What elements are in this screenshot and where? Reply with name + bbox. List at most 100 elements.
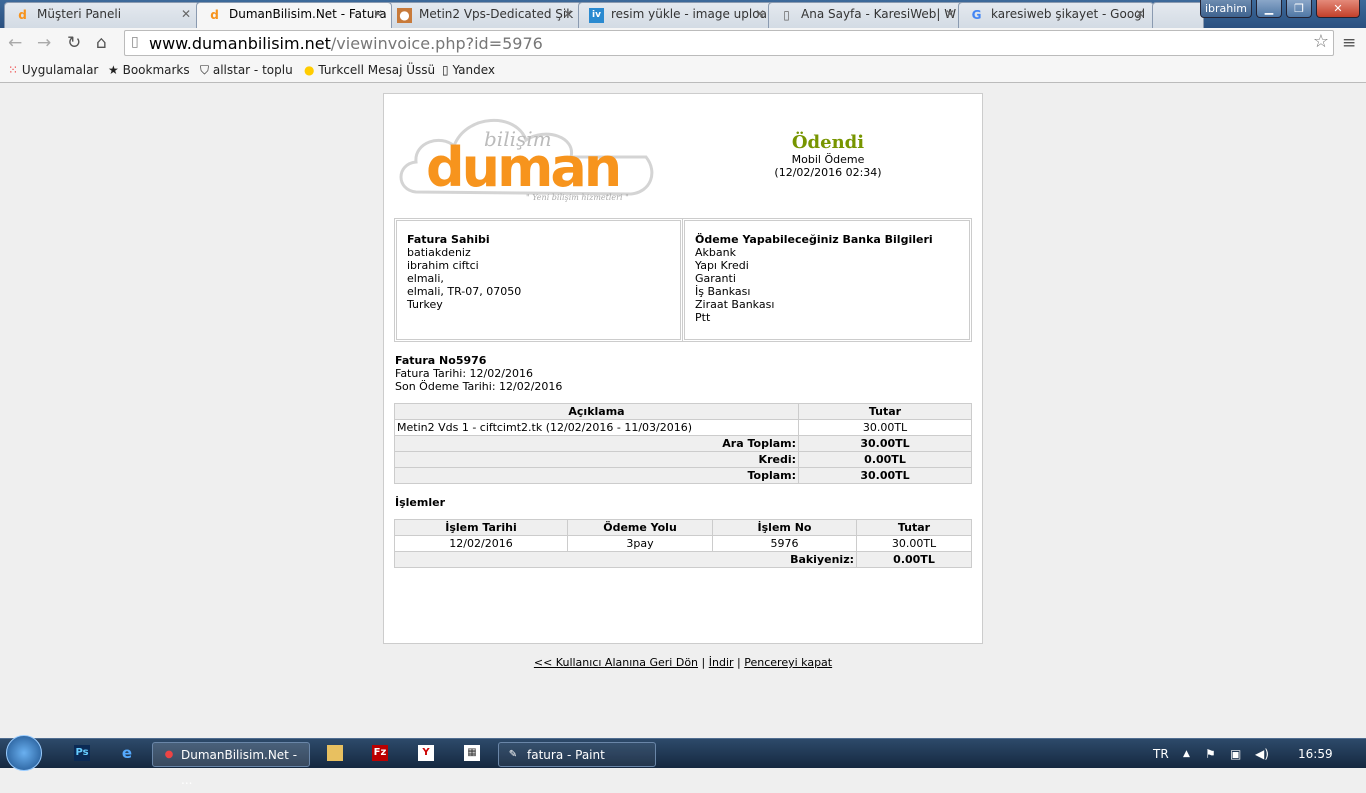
- language-indicator[interactable]: TR: [1153, 742, 1169, 767]
- taskbar: Ps e ● DumanBilisim.Net - ... Fz Y ▦ ✎ fat…: [0, 735, 1366, 787]
- close-tab-icon[interactable]: ✕: [373, 7, 383, 21]
- internet-explorer-icon[interactable]: e: [119, 745, 135, 761]
- tab-title: Ana Sayfa - KaresiWeb| W: [801, 7, 957, 21]
- owner-title: Fatura Sahibi: [407, 233, 490, 246]
- apps-icon: ⁙: [8, 63, 19, 77]
- close-window-button[interactable]: ✕: [1316, 0, 1360, 18]
- table-row: Metin2 Vds 1 - ciftcimt2.tk (12/02/2016 …: [394, 419, 972, 436]
- invoice-owner-box: Fatura Sahibi batiakdeniz ibrahim ciftci…: [394, 218, 683, 342]
- show-hidden-icons[interactable]: ▲: [1183, 742, 1190, 767]
- explorer-icon[interactable]: [327, 745, 343, 761]
- star-icon: ★: [108, 63, 119, 77]
- items-table: Açıklama Tutar Metin2 Vds 1 - ciftcimt2.t…: [394, 403, 972, 484]
- tab-google[interactable]: Gkaresiweb şikayet - Googl ✕: [958, 2, 1154, 28]
- address-bar[interactable]: ▯ www.dumanbilisim.net/viewinvoice.php?i…: [124, 30, 1334, 56]
- col-header: Ödeme Yolu: [567, 519, 713, 536]
- yandex-icon[interactable]: Y: [418, 745, 434, 761]
- transactions-title: İşlemler: [395, 496, 445, 509]
- transaction-amount: 30.00TL: [856, 535, 972, 552]
- col-header: İşlem Tarihi: [394, 519, 568, 536]
- reload-icon[interactable]: ↻: [67, 33, 81, 53]
- bookmark-label: Bookmarks: [122, 63, 190, 77]
- taskbar-chrome[interactable]: ● DumanBilisim.Net - ...: [152, 742, 310, 787]
- clock[interactable]: 16:59: [1298, 742, 1333, 767]
- bookmark-apps[interactable]: ⁙ Uygulamalar: [8, 63, 98, 77]
- bookmark-allstar[interactable]: ⛉ allstar - toplu: [200, 63, 293, 78]
- volume-icon[interactable]: ◀): [1255, 742, 1269, 767]
- owner-line: elmali, TR-07, 07050: [407, 285, 522, 298]
- forward-icon[interactable]: →: [37, 33, 51, 53]
- bookmark-yandex[interactable]: ▯ Yandex: [442, 63, 495, 77]
- tab-musteri-paneli[interactable]: d Müşteri Paneli ✕: [4, 2, 200, 28]
- close-tab-icon[interactable]: ✕: [563, 7, 573, 21]
- google-icon: G: [971, 8, 982, 22]
- calculator-icon[interactable]: ▦: [464, 745, 480, 761]
- bank-line: Akbank: [695, 246, 736, 259]
- payment-date: (12/02/2016 02:34): [774, 166, 882, 179]
- tab-title: resim yükle - image uploa: [611, 7, 767, 21]
- subtotal-value: 30.00TL: [798, 435, 972, 452]
- tab-title: Müşteri Paneli: [37, 7, 122, 21]
- menu-icon[interactable]: ≡: [1342, 33, 1356, 53]
- col-header: İşlem No: [712, 519, 857, 536]
- photoshop-icon[interactable]: Ps: [74, 745, 90, 761]
- invoice-container: bilişim duman " Yeni bilişim hizmetleri …: [383, 93, 983, 644]
- invoice-meta: Fatura No5976 Fatura Tarihi: 12/02/2016 …: [395, 354, 562, 393]
- browser-toolbar: ← → ↻ ⌂ ▯ www.dumanbilisim.net/viewinvoi…: [0, 28, 1366, 58]
- payment-status: Ödendi Mobil Ödeme (12/02/2016 02:34): [728, 132, 928, 179]
- tab-title: Metin2 Vps-Dedicated Şik: [419, 7, 574, 21]
- turkcell-icon: ●: [304, 63, 315, 77]
- subtotal-label: Ara Toplam:: [394, 435, 799, 452]
- filezilla-icon[interactable]: Fz: [372, 745, 388, 761]
- tab-image-upload[interactable]: iv resim yükle - image uploa ✕: [578, 2, 774, 28]
- bookmark-label: Turkcell Mesaj Üssü: [318, 63, 436, 77]
- bank-line: Garanti: [695, 272, 736, 285]
- back-icon[interactable]: ←: [8, 33, 22, 53]
- download-link[interactable]: İndir: [709, 656, 734, 669]
- tab-title: karesiweb şikayet - Googl: [991, 7, 1146, 21]
- transactions-table: İşlem Tarihi Ödeme Yolu İşlem No Tutar 12/0…: [394, 519, 972, 568]
- close-tab-icon[interactable]: ✕: [1135, 7, 1145, 21]
- url-domain: www.dumanbilisim.net: [149, 34, 331, 53]
- page-icon: ▯: [131, 34, 139, 50]
- tab-strip: d Müşteri Paneli ✕ d DumanBilisim.Net - Fat…: [0, 0, 1366, 28]
- restore-button[interactable]: ❐: [1286, 0, 1312, 18]
- url-path: /viewinvoice.php?id=5976: [330, 34, 543, 53]
- close-tab-icon[interactable]: ✕: [181, 7, 191, 21]
- separator: |: [737, 656, 741, 669]
- duman-icon: d: [210, 8, 219, 22]
- profile-button[interactable]: ibrahim: [1200, 0, 1252, 18]
- bookmark-bookmarks[interactable]: ★ Bookmarks: [108, 63, 190, 77]
- bank-line: Ptt: [695, 311, 711, 324]
- tab-metin2[interactable]: ● Metin2 Vps-Dedicated Şik ✕: [386, 2, 582, 28]
- bookmark-label: allstar - toplu: [212, 63, 293, 77]
- tab-karesiweb[interactable]: ▯ Ana Sayfa - KaresiWeb| W ✕: [768, 2, 964, 28]
- home-icon[interactable]: ⌂: [96, 33, 107, 53]
- minimize-button[interactable]: ▁: [1256, 0, 1282, 18]
- close-window-link[interactable]: Pencereyi kapat: [744, 656, 832, 669]
- bank-info-box: Ödeme Yapabileceğiniz Banka Bilgileri Ak…: [682, 218, 972, 342]
- star-icon[interactable]: ☆: [1313, 31, 1329, 52]
- col-header: Tutar: [798, 403, 972, 420]
- chrome-icon: ●: [164, 749, 174, 760]
- tab-invoice[interactable]: d DumanBilisim.Net - Fatura ✕: [196, 2, 392, 28]
- col-header: Tutar: [856, 519, 972, 536]
- bank-line: Yapı Kredi: [695, 259, 749, 272]
- back-to-client-area-link[interactable]: << Kullanıcı Alanına Geri Dön: [534, 656, 698, 669]
- bookmark-turkcell[interactable]: ● Turkcell Mesaj Üssü: [304, 63, 435, 77]
- paint-icon: ✎: [508, 749, 518, 760]
- taskbar-label: fatura - Paint: [527, 748, 605, 762]
- network-icon[interactable]: ▣: [1230, 742, 1241, 767]
- start-button[interactable]: [6, 735, 42, 771]
- credit-value: 0.00TL: [798, 451, 972, 468]
- flag-icon[interactable]: ⚑: [1205, 742, 1216, 767]
- item-amount: 30.00TL: [798, 419, 972, 436]
- paid-status: Ödendi: [791, 132, 865, 153]
- tab-title: DumanBilisim.Net - Fatura: [229, 7, 387, 21]
- close-tab-icon[interactable]: ✕: [755, 7, 765, 21]
- new-tab-button[interactable]: [1152, 2, 1204, 28]
- close-tab-icon[interactable]: ✕: [945, 7, 955, 21]
- taskbar-paint[interactable]: ✎ fatura - Paint: [498, 742, 656, 767]
- iv-icon: iv: [589, 8, 604, 23]
- bank-line: Ziraat Bankası: [695, 298, 775, 311]
